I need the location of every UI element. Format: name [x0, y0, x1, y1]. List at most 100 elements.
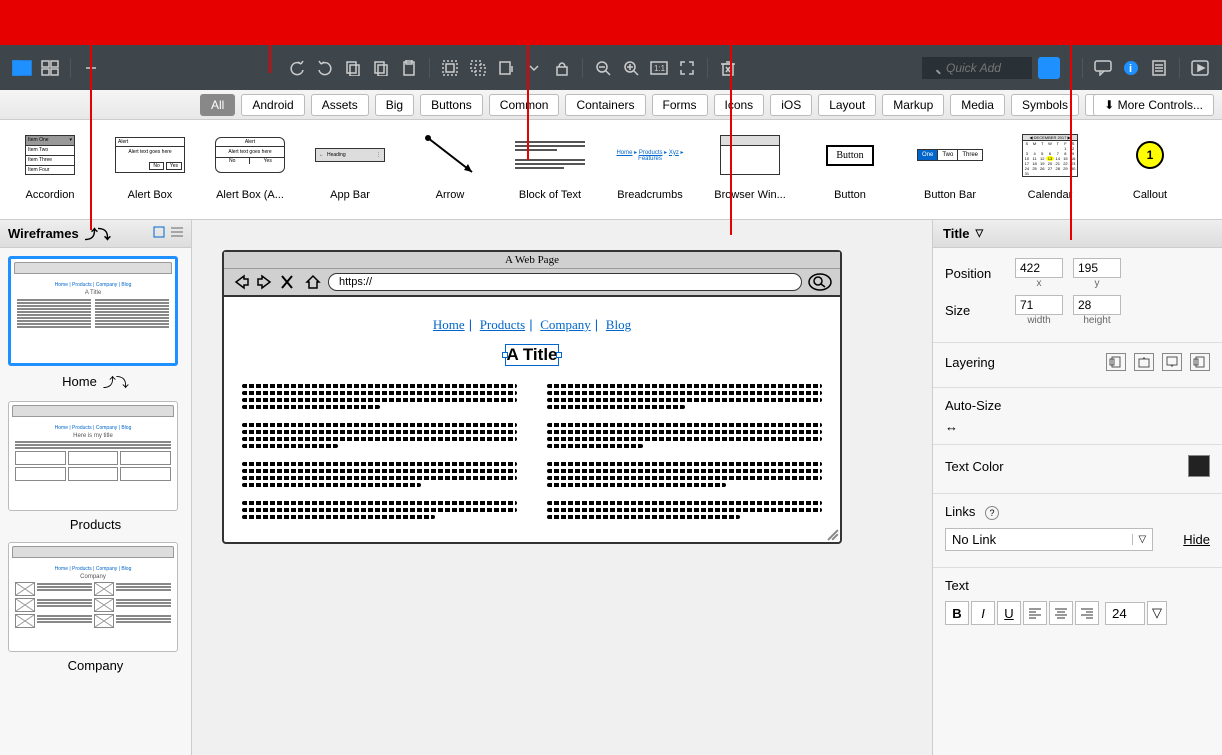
send-back-button[interactable]	[1190, 353, 1210, 371]
annotation-line	[1070, 45, 1072, 240]
align-center-button[interactable]	[1049, 601, 1073, 625]
color-swatch[interactable]	[1188, 455, 1210, 477]
lib-chartbar[interactable]: Chart: Bar	[1200, 120, 1222, 219]
title-element-selected[interactable]: A Title	[506, 345, 557, 365]
fullscreen-icon[interactable]	[675, 58, 699, 78]
group-icon[interactable]	[438, 58, 462, 78]
clipboard-icon[interactable]	[397, 58, 421, 78]
lib-alertbox-a[interactable]: AlertAlert text goes hereNoYes Alert Box…	[200, 120, 300, 219]
undo-icon[interactable]	[285, 58, 309, 78]
width-input[interactable]	[1015, 295, 1063, 315]
italic-button[interactable]: I	[971, 601, 995, 625]
trash-icon[interactable]	[716, 58, 740, 78]
quick-add-input[interactable]	[922, 57, 1032, 79]
format-bar: B I U ▽	[945, 601, 1210, 625]
nav-page-products[interactable]: Home | Products | Company | Blog Here is…	[8, 401, 183, 532]
help-icon[interactable]: ?	[985, 506, 999, 520]
nav-page-company[interactable]: Home | Products | Company | Blog Company…	[8, 542, 183, 673]
browser-window-mock[interactable]: A Web Page https:// Home| Products| Comp…	[222, 250, 842, 544]
paste-icon[interactable]	[369, 58, 393, 78]
annotation-line	[90, 45, 92, 230]
bring-front-icon[interactable]	[494, 58, 518, 78]
align-right-button[interactable]	[1075, 601, 1099, 625]
browser-chrome: https://	[224, 269, 840, 297]
lib-appbar[interactable]: ←Heading⋮ App Bar	[300, 120, 400, 219]
branch-icon[interactable]: ⤴⤵	[85, 224, 111, 243]
zoom-in-icon[interactable]	[619, 58, 643, 78]
lib-blocktext[interactable]: Block of Text	[500, 120, 600, 219]
redo-icon[interactable]	[313, 58, 337, 78]
filter-markup[interactable]: Markup	[882, 94, 944, 116]
info-icon[interactable]: i	[1119, 58, 1143, 78]
hide-link[interactable]: Hide	[1183, 532, 1210, 547]
lib-breadcrumbs[interactable]: Home ▸ Products ▸ Xyz ▸ Features Breadcr…	[600, 120, 700, 219]
lib-accordion[interactable]: Item One▾Item TwoItem ThreeItem Four Acc…	[0, 120, 100, 219]
filter-layout[interactable]: Layout	[818, 94, 876, 116]
lib-callout[interactable]: 1 Callout	[1100, 120, 1200, 219]
filter-big[interactable]: Big	[375, 94, 414, 116]
filter-forms[interactable]: Forms	[652, 94, 708, 116]
notes-icon[interactable]	[1147, 58, 1171, 78]
font-size-input[interactable]	[1105, 602, 1145, 625]
filter-icons[interactable]: Icons	[714, 94, 765, 116]
lock-icon[interactable]	[550, 58, 574, 78]
lib-alertbox[interactable]: AlertAlert text goes hereNoYes Alert Box	[100, 120, 200, 219]
view-panels-icon[interactable]	[10, 58, 34, 78]
bring-front-button[interactable]	[1106, 353, 1126, 371]
inspector-header[interactable]: Title ▽	[933, 220, 1222, 248]
view-grid-icon[interactable]	[38, 58, 62, 78]
lib-buttonbar[interactable]: OneTwoThree Button Bar	[900, 120, 1000, 219]
resize-handle-left[interactable]	[502, 352, 508, 358]
svg-text:i: i	[1129, 63, 1132, 75]
lib-calendar[interactable]: ◀ DECEMBER 2017 ▶SMTWTFS1234567891011121…	[1000, 120, 1100, 219]
zoom-actual-icon[interactable]: 1:1	[647, 58, 671, 78]
comments-icon[interactable]	[1091, 58, 1115, 78]
filter-android[interactable]: Android	[241, 94, 304, 116]
lib-button[interactable]: Button Button	[800, 120, 900, 219]
link-value: No Link	[952, 532, 996, 547]
underline-button[interactable]: U	[997, 601, 1021, 625]
align-left-button[interactable]	[1023, 601, 1047, 625]
nav-link-company[interactable]: Company	[540, 317, 591, 332]
mini-nav: Home | Products | Company | Blog	[17, 282, 169, 288]
bold-button[interactable]: B	[945, 601, 969, 625]
play-icon[interactable]	[1188, 58, 1212, 78]
height-input[interactable]	[1073, 295, 1121, 315]
page-nav: Home| Products| Company| Blog	[234, 317, 830, 333]
zoom-out-icon[interactable]	[591, 58, 615, 78]
nav-link-products[interactable]: Products	[480, 317, 526, 332]
filter-common[interactable]: Common	[489, 94, 560, 116]
copy-icon[interactable]	[341, 58, 365, 78]
filter-assets[interactable]: Assets	[311, 94, 369, 116]
nav-view-single-icon[interactable]	[153, 226, 165, 241]
nav-page-home[interactable]: Home | Products | Company | Blog A Title…	[8, 256, 183, 391]
filter-symbols[interactable]: Symbols	[1011, 94, 1079, 116]
filter-containers[interactable]: Containers	[565, 94, 645, 116]
more-controls-button[interactable]: ⬇ More Controls...	[1093, 94, 1214, 116]
resize-grip-icon[interactable]	[824, 526, 838, 540]
text-column-right[interactable]	[547, 381, 822, 522]
resize-handle-right[interactable]	[556, 352, 562, 358]
canvas-area[interactable]: A Web Page https:// Home| Products| Comp…	[192, 220, 932, 755]
quick-add-button[interactable]	[1038, 57, 1060, 79]
send-backward-button[interactable]	[1162, 353, 1182, 371]
filter-ios[interactable]: iOS	[770, 94, 812, 116]
x-input[interactable]	[1015, 258, 1063, 278]
y-input[interactable]	[1073, 258, 1121, 278]
send-dropdown-icon[interactable]	[522, 58, 546, 78]
ungroup-icon[interactable]	[466, 58, 490, 78]
autosize-horizontal-button[interactable]: ↔	[945, 419, 969, 434]
bring-forward-button[interactable]	[1134, 353, 1154, 371]
font-size-dropdown[interactable]: ▽	[1147, 601, 1167, 625]
branch-icon[interactable]: ⤴⤵	[103, 372, 129, 391]
nav-link-blog[interactable]: Blog	[606, 317, 631, 332]
nav-view-list-icon[interactable]	[171, 226, 183, 241]
nav-link-home[interactable]: Home	[433, 317, 465, 332]
filter-all[interactable]: All	[200, 94, 235, 116]
link-select[interactable]: No Link	[945, 528, 1153, 551]
lib-arrow[interactable]: Arrow	[400, 120, 500, 219]
filter-media[interactable]: Media	[950, 94, 1005, 116]
filter-buttons[interactable]: Buttons	[420, 94, 483, 116]
lib-browser[interactable]: Browser Win...	[700, 120, 800, 219]
text-column-left[interactable]	[242, 381, 517, 522]
